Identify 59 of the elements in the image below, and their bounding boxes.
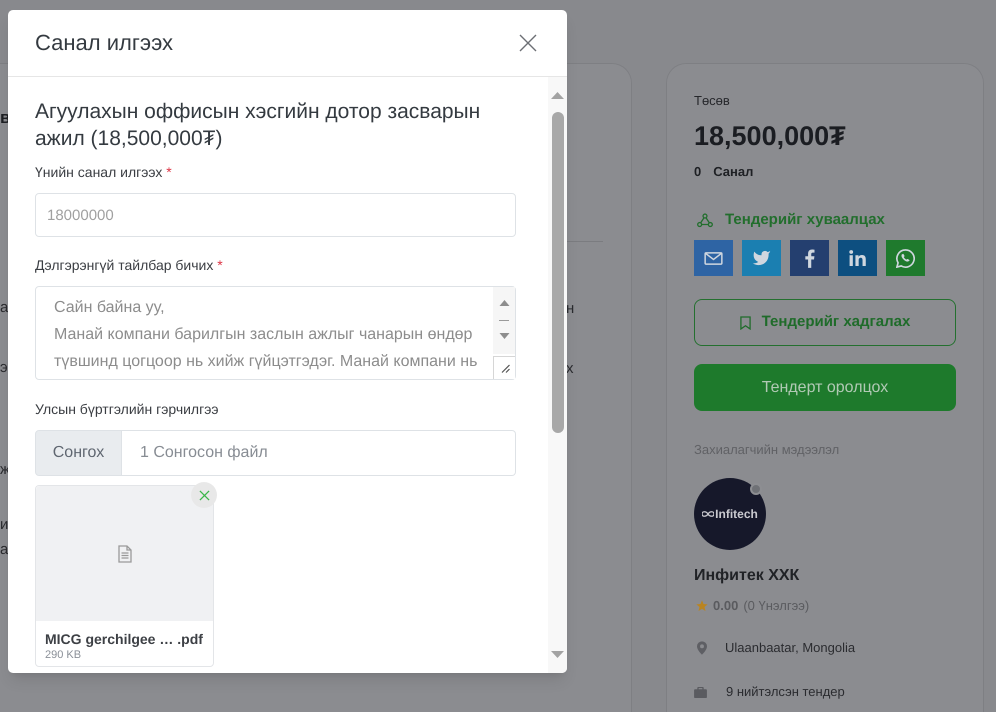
field-label: Дэлгэрэнгүй тайлбар бичих * xyxy=(35,256,223,275)
linkedin-icon xyxy=(849,250,866,266)
share-icon xyxy=(697,212,713,228)
email-share-button[interactable] xyxy=(694,240,733,276)
document-icon xyxy=(118,544,132,562)
logo-text: Infitech xyxy=(715,507,758,521)
file-name: MICG gerchilgee … .pdf xyxy=(45,630,203,648)
tender-heading: Агуулахын оффисын хэсгийн дотор засварын ажил (18,500,000₮) xyxy=(35,99,482,152)
field-label: Үнийн санал илгээх * xyxy=(35,163,172,182)
scroll-up-arrow-icon[interactable] xyxy=(551,92,564,99)
scroll-up-arrow-icon[interactable] xyxy=(498,300,510,306)
scrollbar-track[interactable] xyxy=(548,77,567,673)
budget-amount: 18,500,000₮ xyxy=(694,120,846,153)
close-button[interactable] xyxy=(519,34,537,52)
save-tender-button[interactable]: Тендерийг хадгалах xyxy=(694,299,956,346)
location-pin-icon xyxy=(697,641,707,655)
twitter-icon xyxy=(752,250,771,266)
scroll-down-arrow-icon[interactable] xyxy=(551,651,564,658)
bookmark-icon xyxy=(740,316,751,330)
background-text: и xyxy=(0,515,8,535)
price-input[interactable]: 18000000 xyxy=(35,193,516,237)
offer-label: Санал xyxy=(713,163,754,181)
resize-grip-icon xyxy=(500,363,510,373)
published-tenders: 9 нийтэлсэн тендер xyxy=(726,683,845,701)
field-label: Улсын бүртгэлийн гэрчилгээ xyxy=(35,400,218,419)
background-text: э xyxy=(0,358,8,378)
budget-label: Төсөв xyxy=(694,92,730,110)
linkedin-share-button[interactable] xyxy=(838,240,877,276)
whatsapp-icon xyxy=(896,248,915,268)
dialog-title: Санал илгээх xyxy=(35,29,174,57)
whatsapp-share-button[interactable] xyxy=(886,240,925,276)
choose-file-button[interactable]: Сонгох xyxy=(35,430,122,476)
scrollbar-thumb[interactable] xyxy=(552,112,564,433)
star-icon xyxy=(696,600,708,612)
facebook-share-button[interactable] xyxy=(790,240,829,276)
scroll-down-arrow-icon[interactable] xyxy=(498,333,510,339)
file-name-field[interactable]: 1 Сонгосон файл xyxy=(122,430,516,476)
background-text: х xyxy=(566,360,574,378)
offer-count: 0 xyxy=(694,163,702,181)
resize-handle[interactable] xyxy=(493,356,515,379)
close-icon xyxy=(198,490,210,500)
company-location: Ulaanbaatar, Mongolia xyxy=(725,639,856,657)
textarea-scrollbar[interactable] xyxy=(493,287,515,354)
background-text: н xyxy=(566,300,574,318)
description-textarea[interactable]: Сайн байна уу, Манай компани барилгын заслын ажлыг чанарын өндөр түвшинд цогцоор нь хийж гүйцэтгэдэг. Манай компани нь xyxy=(35,286,516,380)
briefcase-icon xyxy=(694,686,707,698)
share-label: Тендерийг хуваалцах xyxy=(725,210,885,230)
infinity-icon xyxy=(702,511,714,517)
background-text: а xyxy=(0,540,8,560)
company-name: Инфитек ХХК xyxy=(694,566,800,586)
twitter-share-button[interactable] xyxy=(742,240,781,276)
background-text: а xyxy=(0,298,8,318)
email-icon xyxy=(704,252,723,264)
close-icon xyxy=(519,34,537,52)
participate-button[interactable]: Тендерт оролцох xyxy=(694,364,956,411)
facebook-icon xyxy=(804,248,814,268)
file-size: 290 KB xyxy=(45,648,82,662)
remove-file-button[interactable] xyxy=(191,482,217,508)
scrollbar-thumb[interactable] xyxy=(499,320,509,321)
